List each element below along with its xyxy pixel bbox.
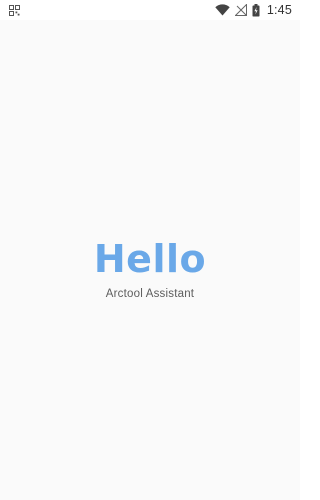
app-screen: 1:45 Hello Arctool Assistant	[0, 0, 300, 500]
main-content: Hello Arctool Assistant	[0, 20, 300, 500]
status-bar-left	[9, 4, 20, 16]
battery-charging-icon	[252, 3, 260, 17]
wifi-icon	[215, 4, 230, 16]
notification-grid-icon	[9, 4, 20, 16]
status-time: 1:45	[266, 3, 292, 17]
status-bar-right: 1:45	[215, 3, 292, 17]
app-subtitle: Arctool Assistant	[105, 288, 195, 300]
status-bar: 1:45	[0, 0, 300, 20]
greeting-title: Hello	[93, 237, 207, 281]
no-sim-signal-icon	[234, 4, 247, 16]
